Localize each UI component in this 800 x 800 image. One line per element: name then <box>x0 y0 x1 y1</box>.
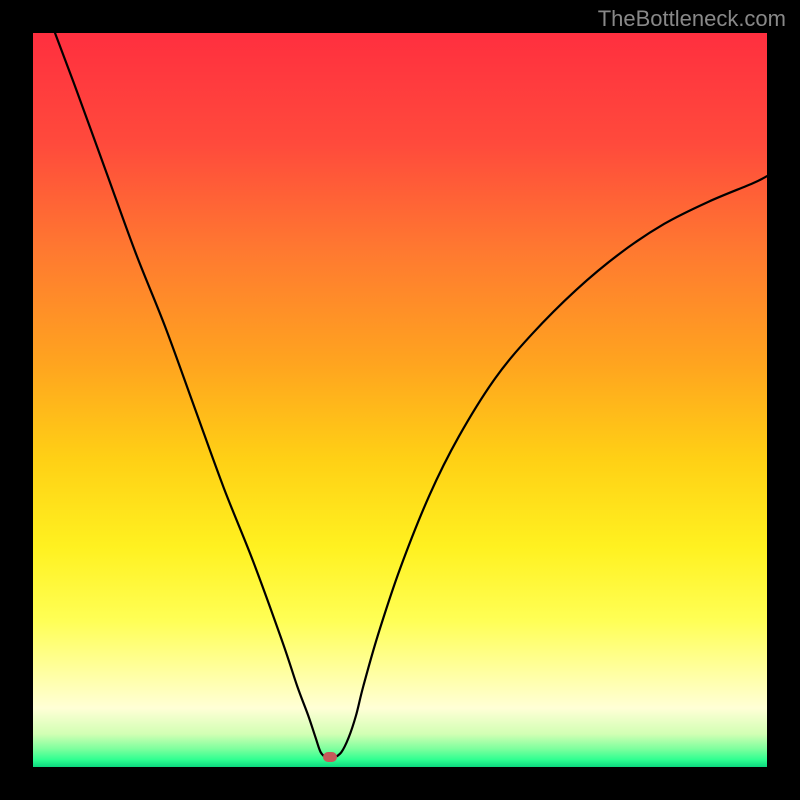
outer-frame: TheBottleneck.com <box>0 0 800 800</box>
bottleneck-curve <box>55 33 767 758</box>
chart-svg <box>33 33 767 767</box>
watermark-text: TheBottleneck.com <box>598 6 786 32</box>
plot-area <box>33 33 767 767</box>
optimal-point-marker <box>323 752 337 762</box>
